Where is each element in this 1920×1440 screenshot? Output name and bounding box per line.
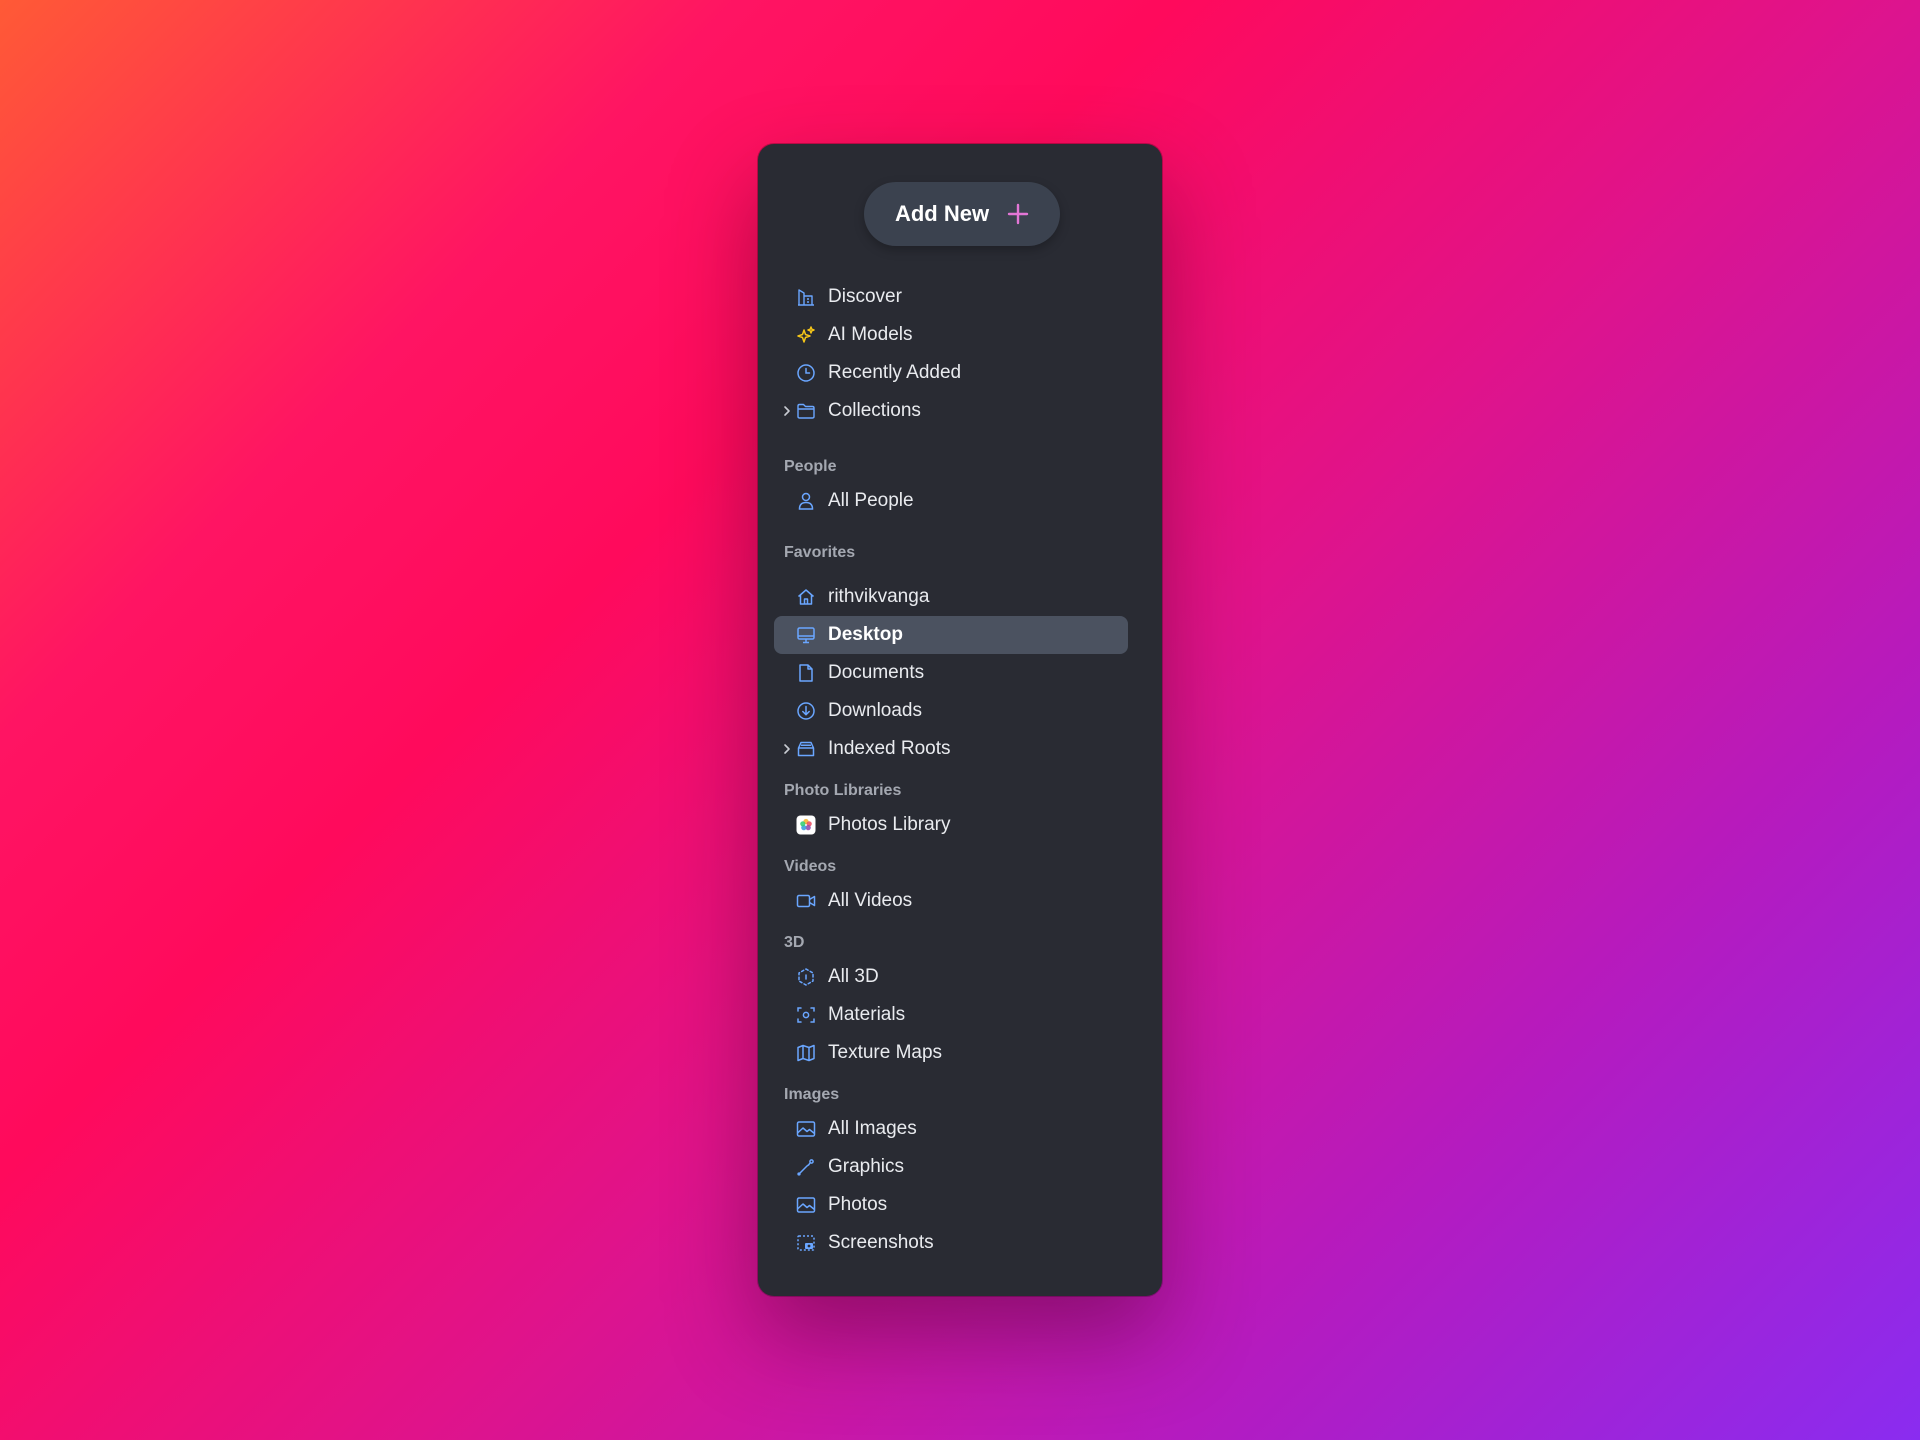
sidebar-item-label: Materials <box>828 1004 906 1025</box>
section-header-videos: Videos <box>784 858 837 875</box>
document-icon <box>799 664 813 682</box>
sidebar-item-label: AI Models <box>828 324 913 345</box>
drive-icon <box>797 741 815 757</box>
sidebar-item-label: Desktop <box>828 624 903 645</box>
person-icon <box>798 492 814 510</box>
sidebar-item-screenshots[interactable]: Screenshots <box>774 1224 1128 1262</box>
sidebar-item-label: All People <box>828 490 914 511</box>
sidebar-item-label: Discover <box>828 286 902 307</box>
sparkles-icon <box>797 326 815 343</box>
sidebar-nav: Discover AI Models Recently Added Collec… <box>774 278 1128 1262</box>
pen-tool-icon <box>797 1159 814 1176</box>
sidebar-item-label: Collections <box>828 400 921 421</box>
building-icon <box>798 289 814 306</box>
sidebar-item-ai-models[interactable]: AI Models <box>774 316 1128 354</box>
cube-dashed-icon <box>798 968 814 986</box>
sidebar-item-label: Screenshots <box>828 1232 934 1253</box>
video-camera-icon <box>796 894 816 908</box>
sidebar-item-label: Downloads <box>828 700 922 721</box>
home-icon <box>798 589 814 605</box>
sidebar-item-all-3d[interactable]: All 3D <box>774 958 1128 996</box>
section-header-people: People <box>784 458 837 475</box>
sidebar-item-all-people[interactable]: All People <box>774 482 1128 520</box>
photos-app-icon <box>796 815 816 835</box>
section-header-photo-libraries: Photo Libraries <box>784 782 902 799</box>
section-header-3d: 3D <box>784 934 805 951</box>
sidebar-item-collections[interactable]: Collections <box>774 392 1128 430</box>
section-header-images: Images <box>784 1086 840 1103</box>
sidebar-item-label: Photos Library <box>828 814 951 835</box>
folder-icon <box>797 403 815 419</box>
sidebar-item-materials[interactable]: Materials <box>774 996 1128 1034</box>
sidebar-item-texture-maps[interactable]: Texture Maps <box>774 1034 1128 1072</box>
sidebar-item-all-videos[interactable]: All Videos <box>774 882 1128 920</box>
sidebar-item-label: All 3D <box>828 966 879 987</box>
photo-icon <box>796 1197 816 1213</box>
plus-icon <box>1007 203 1029 225</box>
download-icon <box>797 702 815 720</box>
sidebar-item-label: Documents <box>828 662 925 683</box>
sidebar-item-desktop[interactable]: Desktop <box>774 616 1128 654</box>
sidebar-item-discover[interactable]: Discover <box>774 278 1128 316</box>
sidebar-item-label: All Videos <box>828 890 913 911</box>
sidebar-item-recently-added[interactable]: Recently Added <box>774 354 1128 392</box>
sidebar-item-all-images[interactable]: All Images <box>774 1110 1128 1148</box>
sidebar-item-label: rithvikvanga <box>828 586 930 607</box>
sidebar-item-photos[interactable]: Photos <box>774 1186 1128 1224</box>
chevron-right-icon[interactable] <box>782 741 792 757</box>
focus-icon <box>797 1007 815 1023</box>
map-icon <box>797 1044 815 1062</box>
sidebar-item-label: Recently Added <box>828 362 962 383</box>
sidebar-item-photos-library[interactable]: Photos Library <box>774 806 1128 844</box>
sidebar-item-documents[interactable]: Documents <box>774 654 1128 692</box>
sidebar-item-downloads[interactable]: Downloads <box>774 692 1128 730</box>
section-header-favorites: Favorites <box>784 544 856 561</box>
monitor-icon <box>797 627 815 644</box>
sidebar-item-label: Texture Maps <box>828 1042 943 1063</box>
add-new-button[interactable]: Add New <box>864 182 1060 246</box>
add-new-label: Add New <box>894 201 990 226</box>
sidebar-item-label: Photos <box>828 1194 888 1215</box>
sidebar-panel: Add New Discover AI Models Recently Adde… <box>758 144 1162 1296</box>
sidebar-item-label: Indexed Roots <box>828 738 951 759</box>
screenshot-icon <box>797 1235 815 1251</box>
sidebar-item-graphics[interactable]: Graphics <box>774 1148 1128 1186</box>
clock-icon <box>797 364 815 382</box>
sidebar-item-label: Graphics <box>828 1156 905 1177</box>
sidebar-item-rithvikvanga[interactable]: rithvikvanga <box>774 578 1128 616</box>
chevron-right-icon[interactable] <box>782 403 792 419</box>
image-icon <box>796 1121 816 1137</box>
sidebar-item-indexed-roots[interactable]: Indexed Roots <box>774 730 1128 768</box>
sidebar-item-label: All Images <box>828 1118 917 1139</box>
